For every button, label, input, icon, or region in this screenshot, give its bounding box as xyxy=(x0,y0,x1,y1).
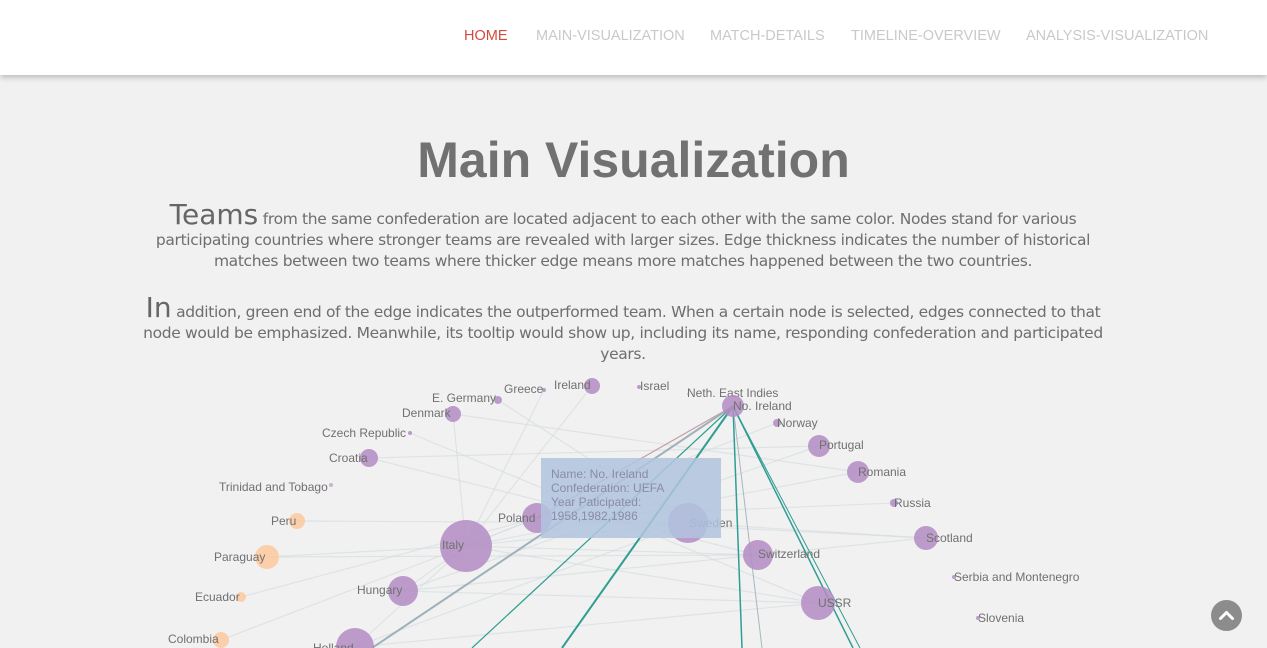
node-label-peru: Peru xyxy=(271,514,296,528)
node-trinidad-and-tobago[interactable] xyxy=(329,483,333,487)
node-label-israel: Israel xyxy=(640,379,669,393)
para1-text: from the same confederation are located … xyxy=(155,210,1091,270)
node-label-ecuador: Ecuador xyxy=(195,590,240,604)
edge xyxy=(354,602,819,648)
page-title: Main Visualization xyxy=(417,132,850,188)
node-label-trinidad-and-tobago: Trinidad and Tobago xyxy=(219,480,328,494)
tooltip-confederation: Confederation: UEFA xyxy=(551,481,665,495)
node-label-italy: Italy xyxy=(442,538,464,552)
nav-match-details[interactable]: MATCH-DETAILS xyxy=(710,28,825,44)
nav-home[interactable]: HOME xyxy=(464,28,508,44)
node-czech-republic[interactable] xyxy=(408,431,412,435)
node-label-croatia: Croatia xyxy=(329,451,368,465)
node-label-czech-republic: Czech Republic xyxy=(322,426,406,440)
tooltip-years: 1958,1982,1986 xyxy=(551,509,638,523)
chevron-up-icon xyxy=(1219,611,1234,620)
nav-analysis-visualization[interactable]: ANALYSIS-VISUALIZATION xyxy=(1026,28,1208,44)
node-label-switzerland: Switzerland xyxy=(758,547,820,561)
edge xyxy=(266,554,759,558)
para2-text: addition, green end of the edge indicate… xyxy=(143,303,1103,363)
node-label-norway: Norway xyxy=(777,416,818,430)
para2-lead: In xyxy=(145,291,172,324)
node-label-hungary: Hungary xyxy=(357,583,402,597)
node-label-paraguay: Paraguay xyxy=(214,550,265,564)
nav-timeline-overview[interactable]: TIMELINE-OVERVIEW xyxy=(851,28,1001,44)
tooltip-name: Name: No. Ireland xyxy=(551,467,649,481)
node-label-greece: Greece xyxy=(504,382,544,396)
tooltip-year-label: Year Paticipated: xyxy=(551,495,642,509)
node-label-holland: Holland xyxy=(313,641,354,648)
navbar: HOME MAIN-VISUALIZATION MATCH-DETAILS TI… xyxy=(0,0,1267,75)
para1-lead: Teams xyxy=(169,198,259,231)
node-label-serbia-and-montenegro: Serbia and Montenegro xyxy=(954,570,1080,584)
description-paragraph-2: In addition, green end of the edge indic… xyxy=(128,294,1118,365)
node-label-russia: Russia xyxy=(894,496,931,510)
description-paragraph-1: Teams from the same confederation are lo… xyxy=(128,201,1118,272)
node-label-ireland: Ireland xyxy=(554,378,591,392)
node-label-colombia: Colombia xyxy=(168,632,219,646)
node-label-slovenia: Slovenia xyxy=(978,611,1024,625)
node-label-no-ireland: No. Ireland xyxy=(733,399,792,413)
node-label-ussr: USSR xyxy=(818,596,852,610)
node-tooltip: Name: No. Ireland Confederation: UEFA Ye… xyxy=(541,458,721,538)
node-label-romania: Romania xyxy=(858,465,906,479)
nav-main-visualization[interactable]: MAIN-VISUALIZATION xyxy=(536,28,685,44)
node-label-denmark: Denmark xyxy=(402,406,452,420)
node-label-e-germany: E. Germany xyxy=(432,391,496,405)
edge xyxy=(266,545,467,558)
scroll-top-button[interactable] xyxy=(1211,600,1242,631)
node-label-poland: Poland xyxy=(498,511,535,525)
node-label-portugal: Portugal xyxy=(819,438,864,452)
node-label-scotland: Scotland xyxy=(926,531,973,545)
